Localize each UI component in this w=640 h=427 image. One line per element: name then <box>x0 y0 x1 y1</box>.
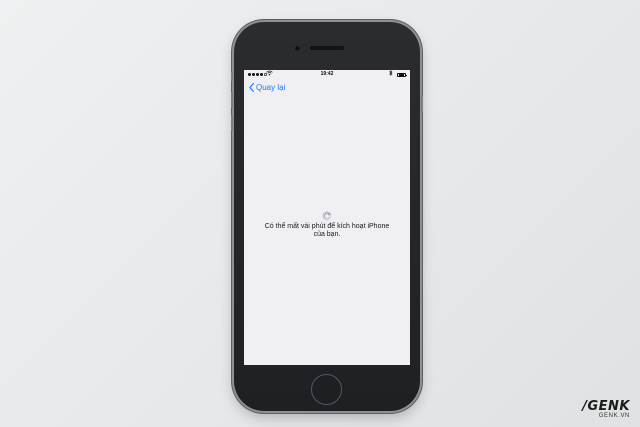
spinner-spoke <box>322 213 326 216</box>
spinner-spoke <box>328 216 332 219</box>
activation-message: Có thể mất vài phút để kích hoạt iPhone … <box>252 223 402 239</box>
navigation-bar: Quay lại <box>244 80 410 98</box>
battery-level <box>398 74 405 76</box>
back-button-label: Quay lại <box>256 83 286 92</box>
phone-screen: 19:42 Quay lại Có thể mất vài phút để kí… <box>244 70 410 365</box>
home-button[interactable] <box>311 374 342 405</box>
spinner-spoke <box>322 216 326 219</box>
bluetooth-icon <box>389 70 393 80</box>
spinner-spoke <box>328 213 332 216</box>
iphone-device: 19:42 Quay lại Có thể mất vài phút để kí… <box>231 22 423 411</box>
spinner-spoke <box>324 211 327 215</box>
genk-watermark: /GENK GENK.VN <box>550 400 630 420</box>
earpiece-speaker <box>310 46 344 50</box>
spinner-spoke <box>327 211 330 215</box>
status-bar: 19:42 <box>244 70 410 79</box>
genk-url: GENK.VN <box>598 413 630 419</box>
mute-switch <box>231 72 233 81</box>
back-button[interactable]: Quay lại <box>249 83 285 92</box>
volume-up-button <box>231 92 233 108</box>
volume-down-button <box>231 115 233 131</box>
activation-message-line1: Có thể mất vài phút để kích hoạt iPhone <box>264 223 390 230</box>
battery-icon <box>397 72 407 77</box>
activation-message-line2: của bạn. <box>313 231 341 238</box>
activity-spinner-icon <box>322 208 332 221</box>
genk-logo: /GENK <box>582 399 630 414</box>
status-time: 19:42 <box>320 71 334 77</box>
front-camera <box>295 46 300 51</box>
power-button <box>421 95 423 113</box>
chevron-left-icon <box>249 83 254 92</box>
spinner-spoke <box>324 217 327 221</box>
spinner-spoke <box>327 217 330 221</box>
